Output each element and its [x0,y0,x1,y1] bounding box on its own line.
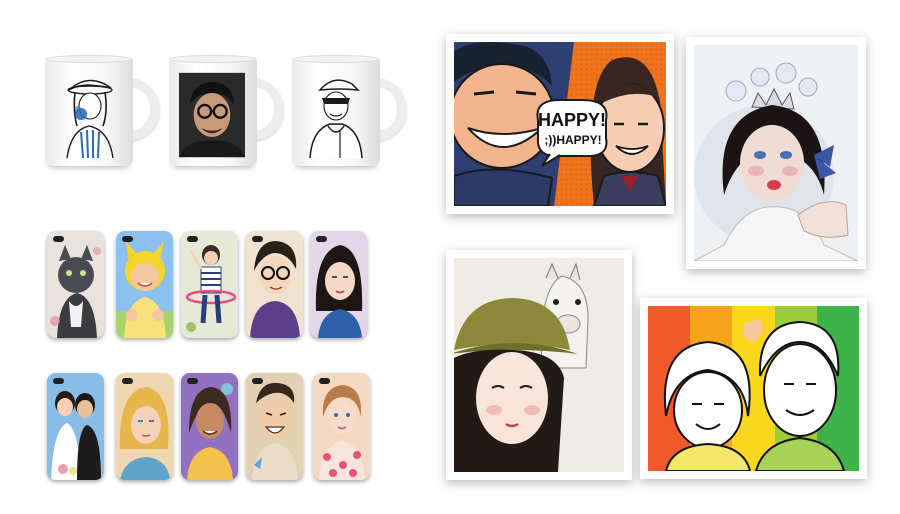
phone-case-baby [116,231,173,338]
mug-rim [45,55,133,63]
mug-man-with-glasses [169,55,283,173]
camera-cutout [319,378,330,384]
girl-with-hat-sketch [66,79,114,159]
bubble-line-2: ;))HAPPY! [544,133,601,147]
phone-case-child-dots [313,373,370,480]
child-pink-dots-illustration [313,373,370,480]
phone-case-purple-woman [181,373,238,480]
frame-pop-art-couple: HAPPY! ;))HAPPY! [446,34,674,214]
woman-purple-illustration [181,373,238,480]
laughing-man-illustration [246,373,303,480]
mug-rim [169,55,257,63]
phone-case-cat [47,231,104,338]
woman-portrait-illustration [310,231,367,338]
phone-case-blonde [116,373,173,480]
phone-case-woman [310,231,367,338]
camera-cutout [122,378,133,384]
phone-case-couple [47,373,104,480]
camera-cutout [187,378,198,384]
baby-in-chick-hat-illustration [116,231,173,338]
phone-case-laughing-man [246,373,303,480]
man-with-glasses-photo [179,72,245,158]
camera-cutout [252,236,263,242]
camera-cutout [53,236,64,242]
camera-cutout [187,236,198,242]
frame-girl-with-alpaca [446,250,632,480]
cat-illustration [47,231,104,338]
camera-cutout [316,236,327,242]
bubble-line-1: HAPPY! [538,110,606,130]
person-in-cap-sketch [309,79,363,159]
girl-with-alpaca-artwork [454,258,624,472]
man-with-glasses-illustration [246,231,303,338]
mug-person-in-cap [292,55,406,173]
phone-case-man-glasses [246,231,303,338]
mug-girl-with-hat [45,55,159,173]
child-with-hula-hoop-illustration [181,231,238,338]
frame-watercolor-girl [686,37,866,269]
frame-rainbow-couple [640,298,867,479]
mug-rim [292,55,380,63]
blonde-woman-illustration [116,373,173,480]
rainbow-couple-artwork [648,306,859,471]
couple-illustration [47,373,104,480]
phone-case-hula-hoop [181,231,238,338]
camera-cutout [53,378,64,384]
pop-art-couple-artwork: HAPPY! ;))HAPPY! [454,42,666,206]
camera-cutout [252,378,263,384]
watercolor-girl-artwork [694,45,858,261]
camera-cutout [122,236,133,242]
